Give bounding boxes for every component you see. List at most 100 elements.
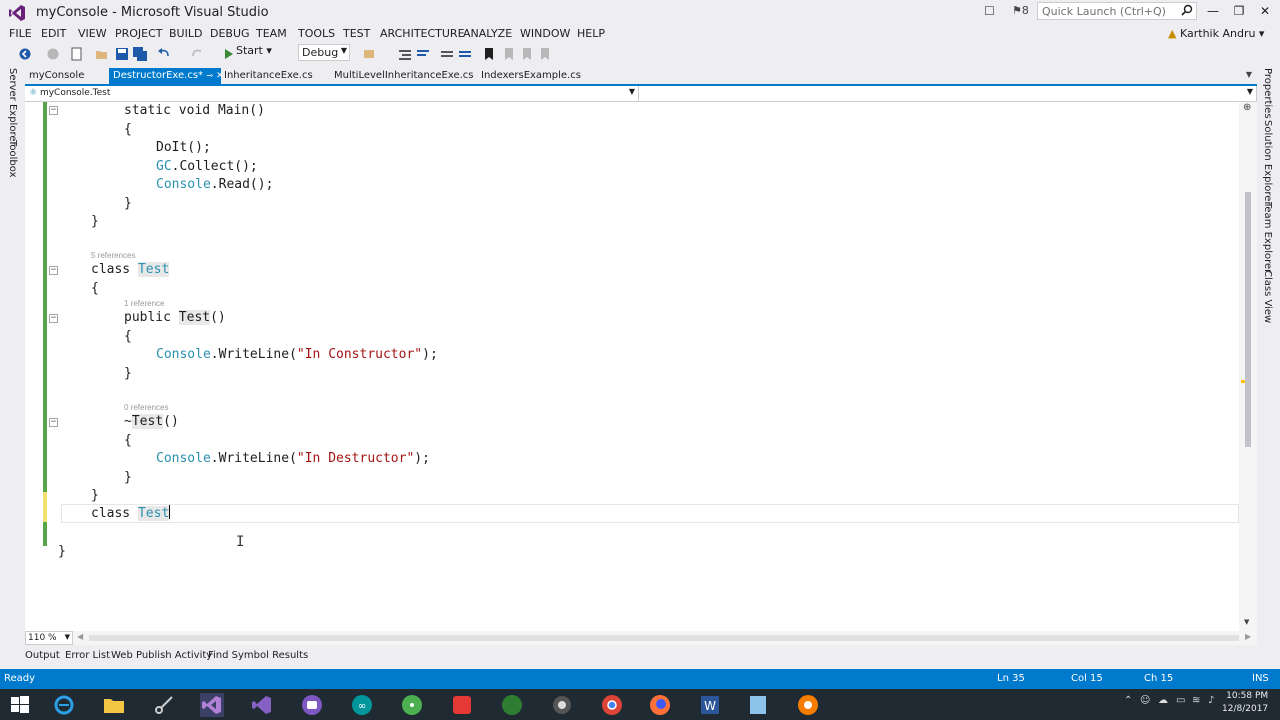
back-arrow-icon[interactable] — [18, 47, 32, 61]
outdent-icon[interactable] — [416, 47, 430, 61]
prev-bookmark-icon[interactable] — [502, 47, 516, 61]
menu-architecture[interactable]: ARCHITECTURE — [380, 27, 465, 40]
type-dropdown[interactable]: ⚛ myConsole.Test ▼ — [25, 86, 639, 101]
arduino-icon[interactable]: ∞ — [350, 693, 374, 717]
notifications-flag[interactable]: ⚑8 — [1012, 4, 1029, 17]
save-all-icon[interactable] — [133, 47, 147, 61]
find-icon[interactable] — [362, 47, 376, 61]
tray-wifi-icon[interactable]: ≋ — [1192, 695, 1200, 706]
tab-overflow-chevron-icon[interactable]: ▼ — [1246, 70, 1252, 79]
app-icon-gear[interactable] — [550, 693, 574, 717]
tray-battery-icon[interactable]: ▭ — [1176, 695, 1185, 706]
tab-destructorexe[interactable]: DestructorExe.cs* ⊸ ✕ — [109, 68, 224, 84]
firefox-icon[interactable] — [648, 693, 672, 717]
horizontal-scrollbar-thumb[interactable] — [89, 635, 1239, 641]
menu-help[interactable]: HELP — [577, 27, 605, 40]
scrollbar-thumb[interactable] — [1245, 192, 1251, 447]
feedback-icon[interactable]: ☐ — [984, 4, 995, 18]
new-project-icon[interactable] — [70, 47, 84, 61]
codelens-class-references[interactable]: 5 references — [91, 251, 135, 260]
indent-icon[interactable] — [398, 47, 412, 61]
forward-arrow-icon[interactable] — [46, 47, 60, 61]
maximize-button[interactable]: ❐ — [1226, 2, 1252, 20]
app-icon-purple[interactable] — [300, 693, 324, 717]
tray-people-icon[interactable]: ☺ — [1140, 695, 1150, 706]
tab-output[interactable]: Output — [25, 650, 60, 661]
toolbox-tab[interactable]: Toolbox — [7, 140, 18, 178]
quick-launch-input[interactable]: Quick Launch (Ctrl+Q) — [1037, 2, 1197, 20]
solution-explorer-tab[interactable]: Solution Explorer — [1262, 120, 1273, 206]
comment-icon[interactable] — [440, 47, 454, 61]
server-explorer-tab[interactable]: Server Explorer — [7, 68, 18, 146]
codelens-dtor-references[interactable]: 0 references — [124, 403, 168, 412]
start-button[interactable]: Start ▾ — [236, 44, 272, 57]
scroll-right-icon[interactable]: ▶ — [1245, 632, 1251, 641]
taskbar-clock[interactable]: 10:58 PM 12/8/2017 — [1222, 690, 1268, 716]
tab-myconsole[interactable]: myConsole — [25, 68, 88, 84]
app-icon-green[interactable] — [500, 693, 524, 717]
menu-project[interactable]: PROJECT — [115, 27, 163, 40]
tray-onedrive-icon[interactable]: ☁ — [1158, 695, 1168, 706]
menu-analyze[interactable]: ANALYZE — [463, 27, 512, 40]
team-explorer-tab[interactable]: Team Explorer — [1262, 202, 1273, 273]
code-editor[interactable]: − − − − static void Main() { DoIt(); GC.… — [25, 102, 1257, 631]
app-icon-red[interactable] — [450, 693, 474, 717]
atom-icon[interactable] — [400, 693, 424, 717]
chrome-icon[interactable] — [600, 693, 624, 717]
saved-change-bar — [43, 102, 47, 492]
menu-team[interactable]: TEAM — [256, 27, 287, 40]
class-view-tab[interactable]: Class View — [1262, 270, 1273, 323]
zoom-select[interactable]: 110 % ▼ — [25, 631, 73, 645]
tab-indexersexample[interactable]: IndexersExample.cs — [477, 68, 585, 84]
tab-multilevelinheritanceexe[interactable]: MultiLevelInheritanceExe.cs — [330, 68, 478, 84]
app-icon-notepad[interactable] — [746, 693, 770, 717]
properties-tab[interactable]: Properties — [1262, 68, 1273, 119]
windows-start-icon[interactable] — [8, 693, 32, 717]
menu-window[interactable]: WINDOW — [520, 27, 570, 40]
open-file-icon[interactable] — [95, 47, 109, 61]
snipping-tool-icon[interactable] — [152, 693, 176, 717]
menu-test[interactable]: TEST — [343, 27, 370, 40]
collapse-dtor-icon[interactable]: − — [49, 418, 58, 427]
internet-explorer-icon[interactable] — [52, 693, 76, 717]
collapse-class-icon[interactable]: − — [49, 266, 58, 275]
tab-inheritanceexe[interactable]: InheritanceExe.cs — [220, 68, 317, 84]
tab-error-list[interactable]: Error List — [65, 650, 110, 661]
menu-view[interactable]: VIEW — [78, 27, 107, 40]
save-icon[interactable] — [115, 47, 129, 61]
tray-volume-icon[interactable]: ♪ — [1208, 695, 1214, 706]
solution-config-select[interactable]: Debug ▼ — [298, 44, 350, 61]
undo-icon[interactable] — [157, 47, 171, 61]
file-explorer-icon[interactable] — [102, 693, 126, 717]
minimize-button[interactable]: — — [1200, 2, 1226, 20]
member-dropdown[interactable]: ▼ — [639, 86, 1257, 101]
menu-build[interactable]: BUILD — [169, 27, 202, 40]
visual-studio-task-icon[interactable] — [200, 693, 224, 717]
codelens-ctor-references[interactable]: 1 reference — [124, 299, 164, 308]
pin-icon[interactable]: ⊸ — [206, 71, 213, 80]
split-window-icon[interactable]: ⊕ — [1243, 102, 1251, 113]
tab-web-publish-activity[interactable]: Web Publish Activity — [111, 650, 212, 661]
editor-vertical-scrollbar[interactable]: ⊕ ▼ — [1239, 102, 1257, 631]
close-button[interactable]: ✕ — [1252, 2, 1278, 20]
scroll-left-icon[interactable]: ◀ — [77, 632, 83, 641]
word-icon[interactable]: W — [698, 693, 722, 717]
bookmark-icon[interactable] — [482, 47, 496, 61]
start-play-icon[interactable] — [222, 47, 236, 61]
menu-file[interactable]: FILE — [9, 27, 32, 40]
redo-icon[interactable] — [190, 47, 204, 61]
uncomment-icon[interactable] — [458, 47, 472, 61]
collapse-main-icon[interactable]: − — [49, 106, 58, 115]
tray-network-icon[interactable]: ⌃ — [1124, 695, 1132, 706]
menu-edit[interactable]: EDIT — [41, 27, 66, 40]
menu-debug[interactable]: DEBUG — [210, 27, 250, 40]
user-name[interactable]: ▲ Karthik Andru ▾ — [1168, 27, 1264, 40]
menu-tools[interactable]: TOOLS — [298, 27, 335, 40]
clear-bookmarks-icon[interactable] — [538, 47, 552, 61]
collapse-ctor-icon[interactable]: − — [49, 314, 58, 323]
tab-find-symbol-results[interactable]: Find Symbol Results — [208, 650, 308, 661]
scroll-down-icon[interactable]: ▼ — [1244, 618, 1249, 626]
app-icon-orange[interactable] — [796, 693, 820, 717]
visual-studio-code-icon[interactable] — [250, 693, 274, 717]
next-bookmark-icon[interactable] — [520, 47, 534, 61]
